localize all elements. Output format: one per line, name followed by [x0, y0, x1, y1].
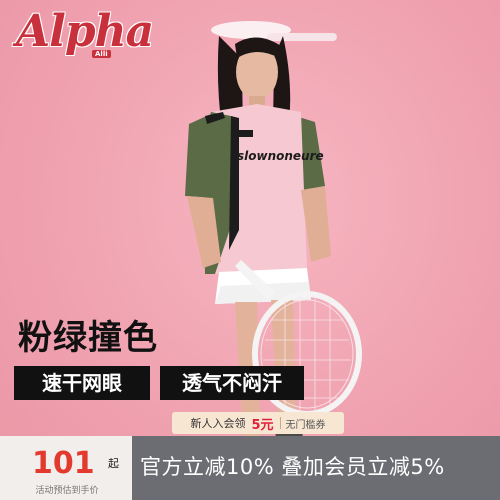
price-note: 活动预估到手价 — [35, 486, 99, 496]
coupon-prefix: 新人入会领 — [190, 417, 246, 430]
coupon-threshold: 无门槛券 — [285, 419, 326, 431]
svg-text:slownoneure: slownoneure — [237, 149, 324, 163]
feature-tag-breathable: 透气不闷汗 — [160, 366, 304, 400]
price-suffix: 起 — [108, 457, 119, 470]
coupon-amount: 5元 — [251, 417, 274, 433]
price-value: 101 — [32, 446, 95, 481]
product-headline: 粉绿撞色 — [18, 318, 158, 358]
promo-text: 官方立减10% 叠加会员立减5% — [140, 455, 445, 479]
brand-logo-text: Alpha — [16, 6, 154, 57]
product-banner: Alpha Alli slownoneure 粉绿撞色 速干网眼 透气不闷汗 新… — [0, 0, 500, 500]
brand-logo-tag: Alli — [92, 50, 111, 58]
feature-tag-quick-dry: 速干网眼 — [14, 366, 150, 400]
coupon-divider — [279, 417, 281, 429]
brand-logo: Alpha Alli — [10, 6, 170, 68]
member-coupon[interactable]: 新人入会领 5元 无门槛券 — [172, 412, 344, 434]
